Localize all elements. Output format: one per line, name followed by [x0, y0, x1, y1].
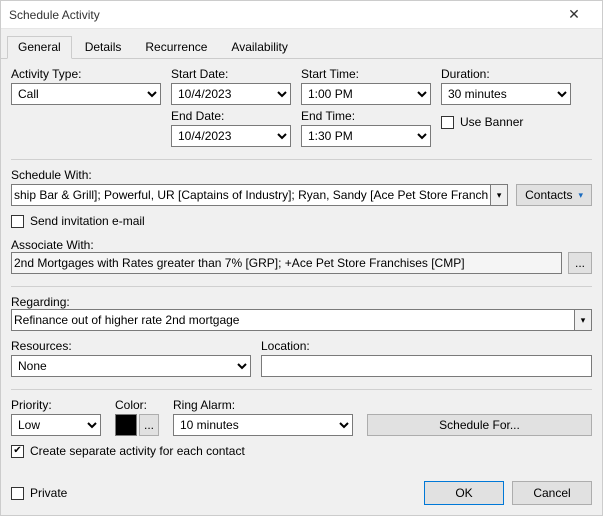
end-time-label: End Time: — [301, 109, 431, 123]
contacts-button-label: Contacts — [525, 188, 572, 202]
end-date-label: End Date: — [171, 109, 291, 123]
chevron-down-icon: ▾ — [497, 190, 502, 201]
send-invite-checkbox[interactable] — [11, 215, 24, 228]
tab-details[interactable]: Details — [74, 36, 133, 59]
use-banner-label: Use Banner — [460, 115, 523, 129]
activity-type-select[interactable]: Call — [11, 83, 161, 105]
duration-label: Duration: — [441, 67, 571, 81]
use-banner-checkbox[interactable] — [441, 116, 454, 129]
tab-recurrence[interactable]: Recurrence — [134, 36, 218, 59]
divider — [11, 159, 592, 160]
location-input[interactable] — [261, 355, 592, 377]
create-separate-checkbox[interactable] — [11, 445, 24, 458]
schedule-with-dropdown[interactable]: ▾ — [490, 184, 508, 206]
resources-label: Resources: — [11, 339, 251, 353]
divider — [11, 286, 592, 287]
window-title: Schedule Activity — [9, 8, 100, 22]
schedule-for-button[interactable]: Schedule For... — [367, 414, 592, 436]
divider — [11, 389, 592, 390]
create-separate-label: Create separate activity for each contac… — [30, 444, 245, 458]
color-picker-button[interactable]: ... — [139, 414, 159, 436]
chevron-down-icon: ▾ — [578, 190, 583, 201]
tab-general[interactable]: General — [7, 36, 72, 59]
resources-select[interactable]: None — [11, 355, 251, 377]
associate-with-input[interactable] — [11, 252, 562, 274]
ring-alarm-label: Ring Alarm: — [173, 398, 353, 412]
regarding-label: Regarding: — [11, 295, 70, 309]
activity-type-label: Activity Type: — [11, 67, 161, 81]
private-label: Private — [30, 486, 67, 500]
private-checkbox[interactable] — [11, 487, 24, 500]
start-date-select[interactable]: 10/4/2023 — [171, 83, 291, 105]
associate-with-browse-button[interactable]: ... — [568, 252, 592, 274]
tab-strip: General Details Recurrence Availability — [1, 29, 602, 59]
titlebar: Schedule Activity ✕ — [1, 1, 602, 29]
contacts-button[interactable]: Contacts ▾ — [516, 184, 592, 206]
priority-select[interactable]: Low — [11, 414, 101, 436]
schedule-with-input[interactable] — [11, 184, 490, 206]
start-time-select[interactable]: 1:00 PM — [301, 83, 431, 105]
close-icon: ✕ — [568, 6, 580, 23]
cancel-button[interactable]: Cancel — [512, 481, 592, 505]
color-label: Color: — [115, 398, 159, 412]
chevron-down-icon: ▾ — [581, 315, 586, 326]
regarding-input[interactable] — [11, 309, 574, 331]
start-date-label: Start Date: — [171, 67, 291, 81]
end-time-select[interactable]: 1:30 PM — [301, 125, 431, 147]
schedule-with-label: Schedule With: — [11, 168, 508, 182]
color-swatch[interactable] — [115, 414, 137, 436]
close-button[interactable]: ✕ — [554, 1, 594, 29]
associate-with-label: Associate With: — [11, 238, 94, 252]
regarding-dropdown[interactable]: ▾ — [574, 309, 592, 331]
ok-button[interactable]: OK — [424, 481, 504, 505]
location-label: Location: — [261, 339, 592, 353]
duration-select[interactable]: 30 minutes — [441, 83, 571, 105]
priority-label: Priority: — [11, 398, 101, 412]
send-invite-label: Send invitation e-mail — [30, 214, 145, 228]
tab-panel-general: Activity Type: Call Start Date: 10/4/202… — [1, 59, 602, 476]
dialog-footer: Private OK Cancel — [11, 481, 592, 505]
end-date-select[interactable]: 10/4/2023 — [171, 125, 291, 147]
start-time-label: Start Time: — [301, 67, 431, 81]
tab-availability[interactable]: Availability — [220, 36, 298, 59]
ring-alarm-select[interactable]: 10 minutes — [173, 414, 353, 436]
